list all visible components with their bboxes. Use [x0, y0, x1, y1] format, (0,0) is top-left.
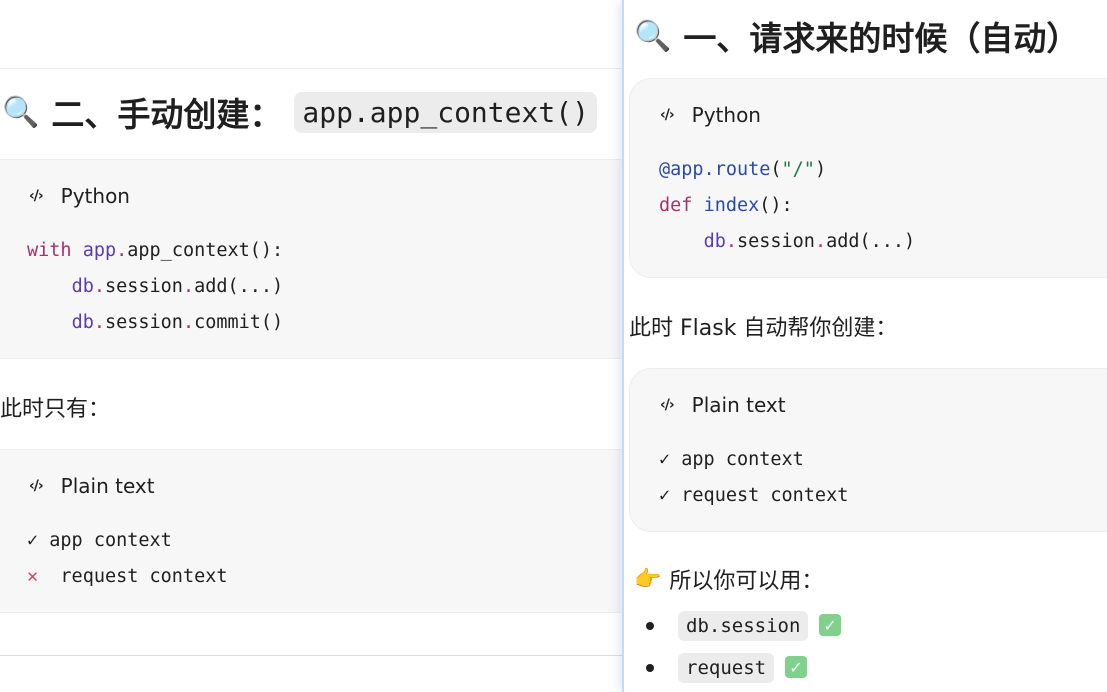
code-line: with app.app_context():: [27, 240, 283, 261]
code-line: ✓ app context: [659, 449, 804, 470]
inline-code-db-session: db.session: [678, 611, 809, 641]
dot-token: .: [116, 240, 128, 261]
code-block-header: ‹/› Plain text: [660, 393, 786, 417]
check-badge-icon: ✓: [785, 656, 807, 678]
code-line: @app.route("/"): [659, 159, 826, 180]
magnifier-icon: 🔍: [634, 18, 672, 54]
code-icon: ‹/›: [29, 188, 44, 204]
paragraph-text: 此时 Flask 自动帮你创建：: [629, 316, 898, 341]
object-token: db: [71, 276, 94, 297]
code-token: app context: [49, 530, 172, 551]
dot-token: .: [814, 231, 827, 252]
string-token: "/": [781, 159, 815, 180]
pointer-line: 👉 所以你可以用：: [634, 563, 823, 595]
heading-inline-code: app.app_context(): [294, 91, 597, 133]
code-icon: ‹/›: [660, 107, 675, 123]
python-code-block: ‹/› Python @app.route("/") def index(): …: [629, 78, 1107, 278]
cross-icon: ✕: [27, 566, 39, 587]
code-language-label: Plain text: [60, 474, 155, 498]
divider: [0, 68, 624, 69]
code-token: add(...): [194, 276, 284, 297]
code-language-label: Python: [60, 184, 130, 208]
inline-code-request: request: [678, 653, 775, 683]
code-line: db.session.commit(): [27, 312, 284, 333]
function-token: index: [703, 195, 760, 216]
check-icon: ✓: [27, 530, 39, 551]
heading-text: 二、手动创建：: [51, 95, 283, 134]
code-token: ): [814, 159, 827, 180]
bullet-dot: [646, 664, 654, 672]
bullet-dot: [646, 622, 654, 630]
pointer-text: 所以你可以用：: [669, 569, 824, 594]
check-icon: ✓: [659, 449, 671, 470]
code-line: ✓ app context: [27, 530, 172, 551]
section-heading-manual: 🔍 二、手动创建： app.app_context(): [2, 88, 597, 136]
code-icon: ‹/›: [660, 397, 675, 413]
code-token: app context: [681, 449, 804, 470]
code-token: add(...): [826, 231, 916, 252]
plain-text-block: ‹/› Plain text ✓ app context ✕ request c…: [0, 449, 624, 613]
check-icon: ✓: [659, 485, 671, 506]
code-line: def index():: [659, 195, 793, 216]
code-block-header: ‹/› Plain text: [29, 474, 155, 498]
code-token: (: [770, 159, 782, 180]
code-language-label: Plain text: [691, 393, 786, 417]
dot-token: .: [725, 231, 737, 252]
code-token: request context: [60, 566, 228, 587]
keyword-token: with: [27, 240, 72, 261]
code-line: ✕ request context: [27, 566, 228, 587]
dot-token: .: [182, 276, 195, 297]
code-line: ✓ request context: [659, 485, 848, 506]
floating-panel[interactable]: 🔍 一、请求来的时候（自动） ‹/› Python @app.route("/"…: [622, 0, 1107, 692]
decorator-token: @app.route: [659, 159, 771, 180]
pointing-hand-icon: 👉: [634, 566, 662, 592]
code-token: ():: [759, 195, 793, 216]
paragraph-text: 此时只有：: [0, 397, 111, 422]
code-line: db.session.add(...): [659, 231, 916, 252]
code-language-label: Python: [691, 103, 761, 127]
dot-token: .: [93, 312, 105, 333]
code-icon: ‹/›: [29, 478, 44, 494]
keyword-token: def: [659, 195, 693, 216]
python-code-block: ‹/› Python with app.app_context(): db.se…: [0, 159, 624, 359]
check-badge-icon: ✓: [819, 614, 841, 636]
dot-token: .: [182, 312, 195, 333]
magnifier-icon: 🔍: [2, 94, 40, 130]
code-token: app_context():: [127, 240, 284, 261]
heading-text: 一、请求来的时候（自动）: [683, 19, 1080, 58]
object-token: app: [82, 240, 117, 261]
section-heading-auto: 🔍 一、请求来的时候（自动）: [634, 12, 1079, 60]
code-block-header: ‹/› Python: [29, 184, 130, 208]
divider: [0, 655, 624, 656]
object-token: db: [71, 312, 94, 333]
dot-token: .: [93, 276, 105, 297]
code-line: db.session.add(...): [27, 276, 284, 297]
code-token: session: [736, 231, 815, 252]
object-token: db: [703, 231, 726, 252]
code-token: session: [104, 276, 183, 297]
code-token: session: [104, 312, 183, 333]
code-token: commit(): [194, 312, 284, 333]
left-pane: 🔍 二、手动创建： app.app_context() ‹/› Python w…: [0, 0, 624, 692]
code-token: request context: [681, 485, 849, 506]
plain-text-block: ‹/› Plain text ✓ app context ✓ request c…: [629, 368, 1107, 532]
code-block-header: ‹/› Python: [660, 103, 761, 127]
